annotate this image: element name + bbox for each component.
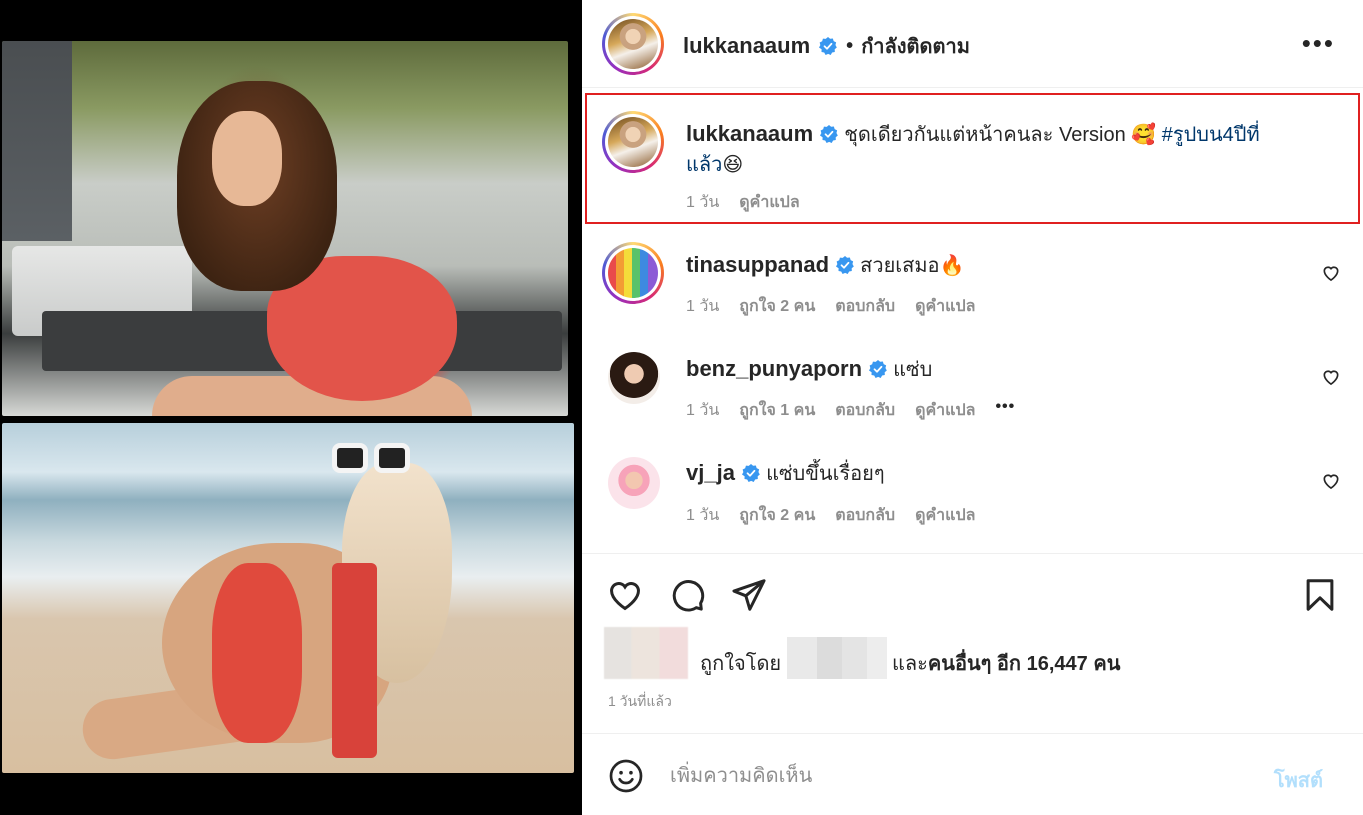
verified-icon: [868, 360, 887, 378]
comment-time[interactable]: 1 วัน: [686, 398, 719, 423]
caption-translate-button[interactable]: ดูคำแปล: [739, 190, 799, 215]
comment-text: สวยเสมอ🔥: [860, 255, 965, 277]
photo-bottom: [2, 423, 574, 773]
comment-likes[interactable]: ถูกใจ 2 คน: [739, 294, 815, 319]
post-header: lukkanaaum • กำลังติดตาม •••: [582, 0, 1363, 88]
translate-button[interactable]: ดูคำแปล: [915, 503, 975, 528]
bookmark-icon[interactable]: [1301, 576, 1339, 614]
posted-time[interactable]: 1 วันที่แล้ว: [608, 691, 672, 713]
translate-button[interactable]: ดูคำแปล: [915, 294, 975, 319]
comment-text: แซ่บ: [893, 359, 933, 381]
caption-text: ชุดเดียวกันแต่หน้าคนละ Version 🥰: [844, 124, 1157, 146]
caption: lukkanaaum ชุดเดียวกันแต่หน้าคนละ Versio…: [686, 119, 1306, 180]
comment-meta: 1 วัน ถูกใจ 1 คน ตอบกลับ ดูคำแปล •••: [686, 398, 1015, 423]
heart-icon[interactable]: [1321, 263, 1341, 283]
comment-time[interactable]: 1 วัน: [686, 503, 719, 528]
reply-button[interactable]: ตอบกลับ: [835, 503, 895, 528]
comment-input[interactable]: [670, 756, 1230, 796]
heart-icon[interactable]: [1321, 471, 1341, 491]
reply-button[interactable]: ตอบกลับ: [835, 294, 895, 319]
comment-username[interactable]: vj_ja: [686, 460, 735, 485]
comment-more-icon[interactable]: •••: [995, 398, 1015, 423]
liked-by-label: ถูกใจโดย: [700, 653, 782, 675]
liker-username-blurred[interactable]: [787, 637, 887, 679]
reply-button[interactable]: ตอบกลับ: [835, 398, 895, 423]
comment-likes[interactable]: ถูกใจ 1 คน: [739, 398, 815, 423]
more-options-icon[interactable]: •••: [1302, 30, 1335, 56]
post-media[interactable]: [0, 0, 582, 815]
comment-likes[interactable]: ถูกใจ 2 คน: [739, 503, 815, 528]
caption-meta: 1 วัน ดูคำแปล: [686, 190, 800, 215]
caption-hashtag-cont[interactable]: แล้ว: [686, 154, 722, 176]
caption-time[interactable]: 1 วัน: [686, 190, 719, 215]
post-button[interactable]: โพสต์: [1274, 764, 1323, 796]
verified-icon: [741, 464, 760, 482]
comment: vj_ja แซ่บขึ้นเรื่อยๆ: [686, 458, 885, 489]
and-label: และ: [892, 653, 928, 675]
add-comment-bar: โพสต์: [582, 733, 1363, 815]
author-username[interactable]: lukkanaaum: [683, 33, 810, 59]
caption-avatar[interactable]: [602, 111, 664, 173]
caption-hashtag[interactable]: #รูปบน4ปีที่: [1162, 124, 1260, 146]
comment-username[interactable]: benz_punyaporn: [686, 356, 862, 381]
verified-icon: [819, 37, 837, 55]
follow-status-button[interactable]: กำลังติดตาม: [861, 30, 970, 62]
author-avatar[interactable]: [602, 13, 664, 75]
comment-icon[interactable]: [668, 576, 706, 614]
others-count[interactable]: คนอื่นๆ อีก 16,447 คน: [928, 653, 1121, 675]
translate-button[interactable]: ดูคำแปล: [915, 398, 975, 423]
separator-dot: •: [846, 34, 854, 57]
post-panel: lukkanaaum • กำลังติดตาม ••• lukkanaaum …: [582, 0, 1363, 815]
divider: [582, 553, 1363, 554]
comment: tinasuppanad สวยเสมอ🔥: [686, 250, 964, 281]
caption-username[interactable]: lukkanaaum: [686, 121, 813, 146]
action-bar: [606, 576, 768, 614]
comment: benz_punyaporn แซ่บ: [686, 354, 932, 385]
likes-count[interactable]: และคนอื่นๆ อีก 16,447 คน: [892, 647, 1120, 679]
comment-avatar[interactable]: [602, 242, 664, 304]
comment-avatar[interactable]: [608, 352, 660, 404]
share-icon[interactable]: [730, 576, 768, 614]
comment-avatar[interactable]: [608, 457, 660, 509]
verified-icon: [819, 125, 838, 143]
comment-meta: 1 วัน ถูกใจ 2 คน ตอบกลับ ดูคำแปล: [686, 503, 975, 528]
comment-username[interactable]: tinasuppanad: [686, 252, 829, 277]
likers-avatars[interactable]: [604, 627, 688, 679]
smile-icon[interactable]: [608, 758, 644, 794]
photo-top: [2, 41, 568, 416]
comment-meta: 1 วัน ถูกใจ 2 คน ตอบกลับ ดูคำแปล: [686, 294, 975, 319]
verified-icon: [835, 256, 854, 274]
comment-text: แซ่บขึ้นเรื่อยๆ: [766, 463, 885, 485]
like-heart-icon[interactable]: [606, 576, 644, 614]
caption-emoji: 😆: [722, 154, 744, 176]
heart-icon[interactable]: [1321, 367, 1341, 387]
comment-time[interactable]: 1 วัน: [686, 294, 719, 319]
